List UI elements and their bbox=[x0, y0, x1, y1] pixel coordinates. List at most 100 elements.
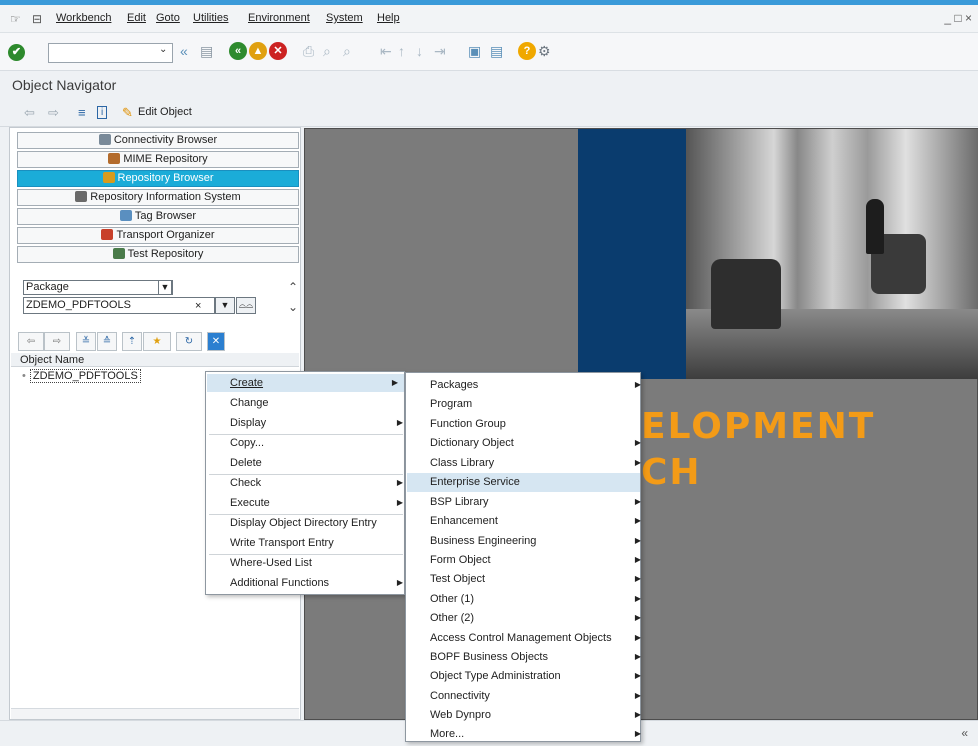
submenu-form-object[interactable]: Form Object ▶ bbox=[430, 554, 641, 566]
command-field[interactable] bbox=[48, 43, 173, 63]
info-icon[interactable]: i bbox=[97, 106, 108, 119]
print-icon[interactable]: ⎙ bbox=[303, 43, 314, 60]
photo-chair bbox=[711, 259, 781, 329]
command-dropdown-icon[interactable]: ⌄ bbox=[159, 44, 167, 55]
submenu-bsp-library[interactable]: BSP Library ▶ bbox=[430, 496, 641, 508]
hierarchy-up-icon[interactable]: ⇡ bbox=[122, 332, 142, 351]
expand-all-icon[interactable]: ≚ bbox=[76, 332, 96, 351]
cancel-icon[interactable]: ✕ bbox=[269, 42, 287, 60]
submenu-object-type-admin[interactable]: Object Type Administration ▶ bbox=[430, 670, 641, 682]
collapse-all-icon[interactable]: ≙ bbox=[97, 332, 117, 351]
previous-page-icon[interactable]: ↑ bbox=[398, 43, 405, 59]
submenu-arrow-icon: ▶ bbox=[634, 633, 641, 642]
submenu-test-object[interactable]: Test Object ▶ bbox=[430, 573, 641, 585]
context-menu-additional-functions[interactable]: Additional Functions ▶ bbox=[230, 577, 403, 589]
submenu-arrow-icon: ▶ bbox=[634, 652, 641, 661]
display-button[interactable]: ▼ bbox=[215, 297, 235, 314]
object-type-select[interactable]: Package ▼ bbox=[23, 280, 173, 295]
context-menu-check[interactable]: Check ▶ bbox=[230, 477, 403, 489]
context-menu-display[interactable]: Display ▶ bbox=[230, 417, 403, 429]
info-system-icon bbox=[75, 191, 88, 202]
next-object-icon[interactable]: ⇨ bbox=[44, 332, 70, 351]
new-session-icon[interactable]: ▣ bbox=[468, 43, 481, 60]
context-menu-write-transport-entry[interactable]: Write Transport Entry bbox=[230, 537, 334, 549]
mime-repository-button[interactable]: MIME Repository bbox=[17, 151, 299, 168]
submenu-arrow-icon: ▶ bbox=[396, 418, 403, 427]
enter-check-icon[interactable]: ✔ bbox=[8, 44, 25, 61]
exit-icon[interactable]: ▲ bbox=[249, 42, 267, 60]
menu-help[interactable]: Help bbox=[377, 12, 400, 24]
find-icon[interactable]: ⌕ bbox=[323, 43, 331, 60]
submenu-class-library[interactable]: Class Library ▶ bbox=[430, 457, 641, 469]
connectivity-browser-button[interactable]: Connectivity Browser bbox=[17, 132, 299, 149]
submenu-program[interactable]: Program bbox=[430, 398, 472, 410]
close-tree-icon[interactable]: ✕ bbox=[207, 332, 225, 351]
package-name-input[interactable]: ZDEMO_PDFTOOLS bbox=[23, 297, 215, 314]
horizontal-scrollbar[interactable] bbox=[11, 708, 299, 719]
hierarchy-icon[interactable]: ≡ bbox=[78, 105, 86, 120]
menu-utilities[interactable]: Utilities bbox=[193, 12, 228, 24]
repository-icon bbox=[102, 172, 115, 183]
submenu-connectivity[interactable]: Connectivity ▶ bbox=[430, 690, 641, 702]
title-bar: Object Navigator bbox=[0, 71, 978, 99]
last-page-icon[interactable]: ⇥ bbox=[434, 43, 446, 60]
submenu-other-1[interactable]: Other (1) ▶ bbox=[430, 593, 641, 605]
menu-divider bbox=[209, 434, 403, 435]
submenu-function-group[interactable]: Function Group bbox=[430, 418, 506, 430]
menu-environment[interactable]: Environment bbox=[248, 12, 310, 24]
clear-field-icon[interactable]: × bbox=[195, 300, 201, 312]
submenu-business-engineering[interactable]: Business Engineering ▶ bbox=[430, 535, 641, 547]
repository-info-system-button[interactable]: Repository Information System bbox=[17, 189, 299, 206]
context-menu-delete[interactable]: Delete bbox=[230, 457, 262, 469]
glasses-icon[interactable]: ⌓⌓ bbox=[236, 297, 256, 314]
context-menu-change[interactable]: Change bbox=[230, 397, 269, 409]
submenu-other-2[interactable]: Other (2) ▶ bbox=[430, 612, 641, 624]
back-icon[interactable]: « bbox=[229, 42, 247, 60]
first-page-icon[interactable]: ⇤ bbox=[380, 43, 392, 60]
submenu-arrow-icon: ▶ bbox=[634, 574, 641, 583]
transport-organizer-button[interactable]: Transport Organizer bbox=[17, 227, 299, 244]
context-menu-execute[interactable]: Execute ▶ bbox=[230, 497, 403, 509]
submenu-packages[interactable]: Packages ▶ bbox=[430, 379, 641, 391]
repository-browser-button[interactable]: Repository Browser bbox=[17, 170, 299, 187]
context-menu-display-directory-entry[interactable]: Display Object Directory Entry bbox=[230, 517, 377, 529]
chevron-down-icon[interactable]: ▼ bbox=[158, 280, 172, 295]
tag-browser-button[interactable]: Tag Browser bbox=[17, 208, 299, 225]
favorites-icon[interactable]: ★ bbox=[143, 332, 171, 351]
menu-goto[interactable]: Goto bbox=[156, 12, 180, 24]
next-page-icon[interactable]: ↓ bbox=[416, 43, 423, 59]
submenu-dictionary-object[interactable]: Dictionary Object ▶ bbox=[430, 437, 641, 449]
previous-object-icon[interactable]: ⇦ bbox=[18, 332, 44, 351]
forward-arrow-icon[interactable]: ⇨ bbox=[48, 105, 59, 121]
save-icon[interactable]: ▤ bbox=[200, 43, 213, 60]
shortcut-icon[interactable]: ▤ bbox=[490, 43, 503, 60]
refresh-icon[interactable]: ↻ bbox=[176, 332, 202, 351]
menu-expand-icon[interactable]: ☞ bbox=[10, 12, 21, 26]
submenu-bopf-business-objects[interactable]: BOPF Business Objects ▶ bbox=[430, 651, 641, 663]
tree-item[interactable]: • ZDEMO_PDFTOOLS bbox=[22, 369, 141, 383]
edit-object-icon[interactable]: ✎ bbox=[122, 105, 133, 121]
context-menu-create[interactable]: Create ▶ bbox=[207, 374, 404, 392]
submenu-enterprise-service[interactable]: Enterprise Service bbox=[407, 473, 640, 492]
settings-gear-icon[interactable]: ⚙ bbox=[538, 43, 551, 60]
help-icon[interactable]: ? bbox=[518, 42, 536, 60]
back-arrow-icon[interactable]: ⇦ bbox=[24, 105, 35, 121]
submenu-access-control[interactable]: Access Control Management Objects ▶ bbox=[430, 632, 641, 644]
menu-edit[interactable]: Edit bbox=[127, 12, 146, 24]
scroll-up-icon[interactable]: ⌃ bbox=[288, 280, 298, 294]
test-repository-button[interactable]: Test Repository bbox=[17, 246, 299, 263]
context-menu-where-used[interactable]: Where-Used List bbox=[230, 557, 312, 569]
status-expand-icon[interactable]: « bbox=[961, 726, 968, 740]
window-controls[interactable]: _ □ × bbox=[944, 11, 972, 25]
edit-object-button[interactable]: Edit Object bbox=[138, 106, 192, 118]
menu-system[interactable]: System bbox=[326, 12, 363, 24]
scroll-down-icon[interactable]: ⌄ bbox=[288, 300, 298, 314]
system-menu-icon[interactable]: ⊟ bbox=[32, 12, 42, 26]
find-next-icon[interactable]: ⌕ bbox=[343, 43, 351, 60]
submenu-enhancement[interactable]: Enhancement ▶ bbox=[430, 515, 641, 527]
submenu-more[interactable]: More... ▶ bbox=[430, 728, 641, 740]
menu-workbench[interactable]: Workbench bbox=[56, 12, 111, 24]
submenu-web-dynpro[interactable]: Web Dynpro ▶ bbox=[430, 709, 641, 721]
context-menu-copy[interactable]: Copy... bbox=[230, 437, 264, 449]
back-double-icon[interactable]: « bbox=[180, 43, 188, 59]
